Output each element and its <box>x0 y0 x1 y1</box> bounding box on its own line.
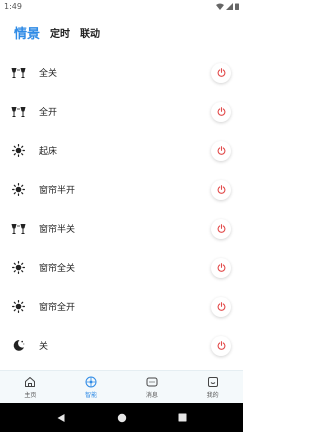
scene-row[interactable]: 窗帘半开 <box>0 170 243 209</box>
scene-label: 窗帘全关 <box>39 264 76 274</box>
power-button[interactable] <box>211 335 231 356</box>
recents-icon[interactable] <box>178 413 187 422</box>
status-time: 1:49 <box>4 2 22 11</box>
power-button[interactable] <box>211 257 231 278</box>
nav-label: 智能 <box>85 391 98 399</box>
sun-icon <box>11 143 26 158</box>
scene-row[interactable]: 起床 <box>0 131 243 170</box>
power-icon <box>217 302 225 311</box>
power-button[interactable] <box>211 62 231 83</box>
scene-label: 窗帘全开 <box>39 303 76 313</box>
power-button[interactable] <box>211 140 231 161</box>
wine-glasses-icon <box>11 221 26 236</box>
scene-label: 窗帘半关 <box>39 225 76 235</box>
nav-messages[interactable]: 消息 <box>127 376 177 399</box>
scene-label: 窗帘半开 <box>39 186 76 196</box>
wine-glasses-icon <box>11 65 26 80</box>
power-icon <box>217 185 225 194</box>
scene-row[interactable]: 窗帘半关 <box>0 209 243 248</box>
system-nav-bar <box>0 403 243 432</box>
power-button[interactable] <box>211 218 231 239</box>
nav-label: 消息 <box>145 391 158 399</box>
power-button[interactable] <box>211 179 231 200</box>
profile-icon <box>207 376 218 387</box>
scene-row[interactable]: 全关 <box>0 53 243 92</box>
nav-label: 主页 <box>24 391 37 399</box>
scene-label: 起床 <box>39 147 58 157</box>
scene-label: 全开 <box>39 108 58 118</box>
scene-row[interactable]: 窗帘全开 <box>0 287 243 326</box>
tab-timer[interactable]: 定时 <box>50 25 70 40</box>
power-icon <box>217 146 225 155</box>
wine-glasses-icon <box>11 104 26 119</box>
moon-icon <box>11 338 26 353</box>
power-icon <box>217 107 225 116</box>
status-icons <box>216 3 239 10</box>
smart-icon <box>85 376 97 387</box>
power-icon <box>217 263 225 272</box>
sun-icon <box>11 182 26 197</box>
nav-profile[interactable]: 我的 <box>188 376 238 399</box>
power-button[interactable] <box>211 101 231 122</box>
sun-icon <box>11 299 26 314</box>
bottom-nav: 主页 智能 消息 我的 <box>0 370 243 403</box>
status-bar: 1:49 <box>0 0 243 13</box>
home-icon <box>25 376 36 387</box>
home-circle-icon[interactable] <box>117 413 127 423</box>
scene-row[interactable]: 窗帘全关 <box>0 248 243 287</box>
power-icon <box>217 341 225 350</box>
scene-row[interactable]: 全开 <box>0 92 243 131</box>
wifi-icon <box>216 3 224 10</box>
battery-icon <box>235 3 239 10</box>
tab-linkage[interactable]: 联动 <box>80 25 100 40</box>
nav-smart[interactable]: 智能 <box>66 376 116 399</box>
signal-icon <box>226 3 233 10</box>
power-icon <box>217 68 225 77</box>
nav-label: 我的 <box>206 391 219 399</box>
sun-icon <box>11 260 26 275</box>
nav-home[interactable]: 主页 <box>5 376 55 399</box>
scene-row[interactable]: 关 <box>0 326 243 365</box>
back-icon[interactable] <box>56 413 66 423</box>
power-icon <box>217 224 225 233</box>
scene-label: 关 <box>39 342 49 352</box>
message-icon <box>146 377 158 386</box>
power-button[interactable] <box>211 296 231 317</box>
scene-list: 全关 全开 起床 窗帘半开 窗帘半关 窗帘全关 窗帘全开 关 <box>0 53 243 365</box>
tab-scenes[interactable]: 情景 <box>14 23 40 42</box>
scene-tabs: 情景 定时 联动 <box>14 20 110 44</box>
scene-label: 全关 <box>39 69 58 79</box>
